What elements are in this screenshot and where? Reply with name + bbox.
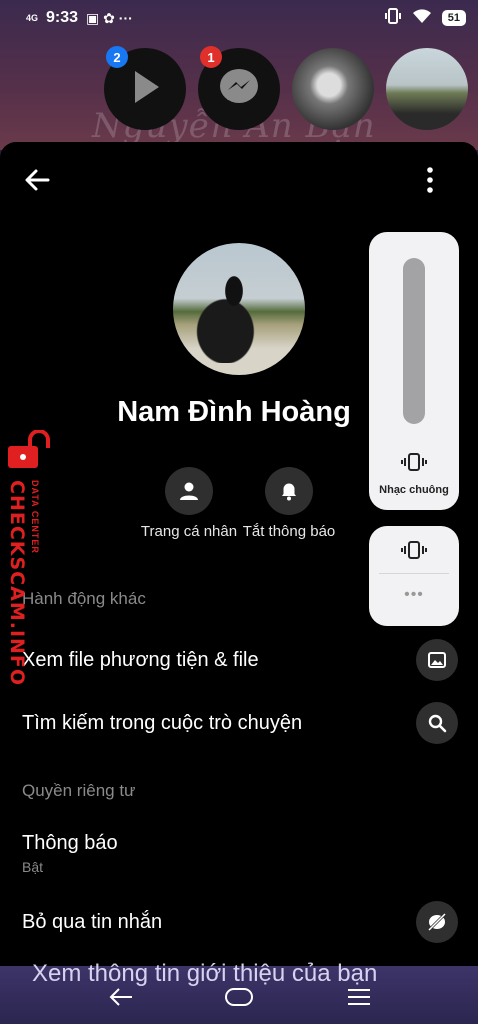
ignore-icon bbox=[416, 901, 458, 943]
messenger-icon bbox=[218, 66, 260, 113]
avatar-figure bbox=[191, 273, 277, 363]
row-label: Xem file phương tiện & file bbox=[22, 648, 259, 671]
play-icon bbox=[125, 67, 165, 112]
messenger-bubble[interactable]: 1 bbox=[198, 46, 280, 130]
more-options-button[interactable] bbox=[414, 164, 446, 196]
nav-menu-icon[interactable] bbox=[346, 986, 372, 1013]
watermark-sub-text: DATA CENTER bbox=[30, 480, 40, 554]
contact-bubble[interactable] bbox=[292, 48, 374, 130]
watermark: CHECKSCAM.INFO DATA CENTER bbox=[2, 429, 52, 686]
volume-slider[interactable] bbox=[403, 258, 425, 424]
vibrate-mode-icon[interactable] bbox=[401, 540, 427, 565]
search-conversation-row[interactable]: Tìm kiếm trong cuộc trò chuyện bbox=[22, 702, 458, 744]
contact-bubble[interactable] bbox=[386, 48, 468, 130]
kebab-menu-icon bbox=[427, 167, 433, 193]
row-label: Thông báo bbox=[22, 832, 118, 854]
ringtone-volume-panel: Nhạc chuông bbox=[369, 232, 459, 510]
ignore-messages-row[interactable]: Bỏ qua tin nhắn bbox=[22, 901, 458, 943]
battery-indicator: 51 bbox=[441, 10, 466, 26]
chat-heads: 2 1 bbox=[104, 46, 468, 130]
more-settings-button[interactable]: ••• bbox=[369, 586, 459, 604]
status-bar: 4G 9:33 ▣ ✿ ··· 51 bbox=[0, 0, 478, 36]
vibrate-icon[interactable] bbox=[401, 452, 427, 477]
divider bbox=[379, 573, 449, 574]
action-label: Tắt thông báo bbox=[242, 523, 336, 540]
lock-icon bbox=[4, 429, 52, 475]
row-label: Tìm kiếm trong cuộc trò chuyện bbox=[22, 711, 303, 734]
image-icon bbox=[416, 639, 458, 681]
network-type: 4G bbox=[26, 12, 39, 23]
notification-icons: ▣ ✿ ··· bbox=[86, 9, 133, 26]
clock: 9:33 bbox=[46, 9, 79, 26]
play-bubble[interactable]: 2 bbox=[104, 46, 186, 130]
nav-back-icon[interactable] bbox=[108, 986, 134, 1013]
mute-notifications-action[interactable]: Tắt thông báo bbox=[229, 467, 349, 540]
wifi-icon bbox=[412, 8, 432, 29]
row-value: Bật bbox=[22, 859, 44, 875]
person-icon bbox=[180, 482, 198, 500]
view-media-row[interactable]: Xem file phương tiện & file bbox=[22, 639, 458, 681]
bell-icon bbox=[282, 483, 296, 501]
back-button[interactable] bbox=[22, 164, 54, 196]
ringtone-label: Nhạc chuông bbox=[379, 484, 449, 496]
navigation-bar bbox=[0, 986, 478, 1010]
watermark-main-text: CHECKSCAM.INFO bbox=[6, 480, 28, 687]
search-icon bbox=[416, 702, 458, 744]
row-label: Bỏ qua tin nhắn bbox=[22, 910, 163, 933]
vibrate-icon bbox=[384, 7, 402, 29]
background-text: Xem thông tin giới thiệu của bạn bbox=[32, 960, 378, 987]
notifications-row[interactable]: Thông báo Bật bbox=[22, 832, 458, 875]
section-title-privacy: Quyền riêng tư bbox=[22, 781, 136, 800]
back-arrow-icon bbox=[25, 169, 50, 191]
badge-count: 2 bbox=[106, 46, 128, 68]
bottom-area: Xem thông tin giới thiệu của bạn bbox=[0, 960, 478, 1024]
nav-home-icon[interactable] bbox=[224, 986, 254, 1013]
sound-mode-panel: ••• bbox=[369, 526, 459, 626]
badge-count: 1 bbox=[200, 46, 222, 68]
profile-avatar[interactable] bbox=[173, 243, 305, 375]
